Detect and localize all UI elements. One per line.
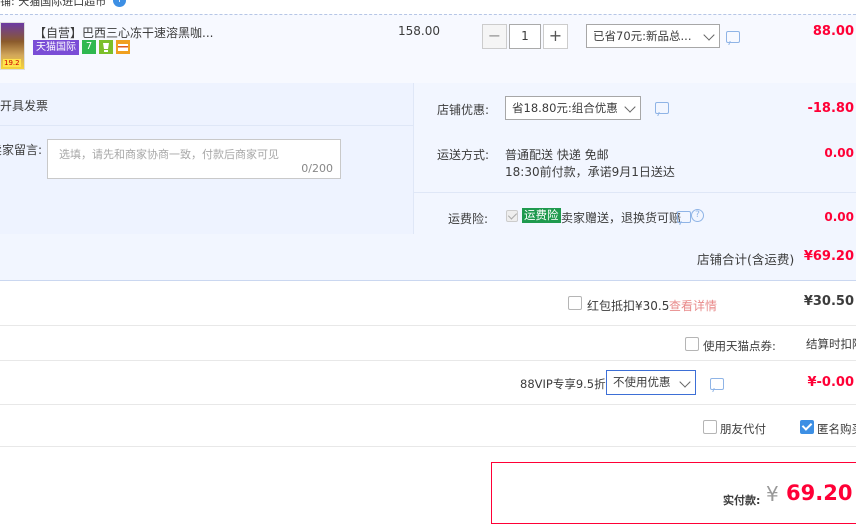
- vip-label: 88VIP专享9.5折: [520, 377, 606, 391]
- divider: [0, 446, 856, 447]
- shop-promo-label: 店铺优惠:: [437, 103, 490, 117]
- divider: [0, 360, 856, 361]
- divider: [0, 325, 856, 326]
- shop-total-label: 店铺合计(含运费): [697, 252, 795, 267]
- friend-pay-checkbox[interactable]: [703, 420, 717, 434]
- shipping-amount: 0.00: [824, 146, 854, 160]
- shop-promo-value: 省18.80元:组合优惠: [512, 101, 618, 115]
- shop-promo-amount: -18.80: [807, 101, 854, 116]
- seller-message-placeholder: 选填，请先和商家协商一致，付款后商家可见: [59, 148, 279, 161]
- insurance-desc: 卖家赠送，退换货可赔: [561, 211, 682, 225]
- red-packet-checkbox[interactable]: [568, 296, 582, 310]
- product-badges: 天猫国际 7: [33, 40, 130, 56]
- pay-amount: 69.20: [786, 481, 853, 505]
- message-icon[interactable]: [655, 102, 669, 114]
- anonymous-label: 匿名购买: [817, 422, 856, 436]
- cup-icon[interactable]: [99, 40, 113, 54]
- quantity-increase-button[interactable]: +: [543, 24, 568, 49]
- friend-pay-label: 朋友代付: [720, 422, 766, 436]
- info-icon[interactable]: i: [113, 0, 126, 7]
- chevron-down-icon: [703, 29, 715, 41]
- shipping-label: 运送方式:: [437, 148, 490, 162]
- red-packet-label: 红包抵扣¥30.5: [587, 299, 670, 313]
- seller-message-input[interactable]: 选填，请先和商家协商一致，付款后商家可见 0/200: [47, 139, 341, 179]
- message-icon[interactable]: [677, 211, 691, 223]
- chevron-down-icon: [624, 101, 636, 113]
- pay-currency: ¥: [766, 482, 779, 506]
- message-label: 卖家留言:: [0, 143, 43, 157]
- item-discount-value: 已省70元:新品总...: [593, 29, 692, 43]
- char-counter: 0/200: [301, 162, 333, 175]
- card-icon[interactable]: [116, 40, 130, 54]
- shipping-method: 普通配送 快递 免邮: [505, 148, 609, 162]
- message-icon[interactable]: [710, 378, 724, 390]
- shipping-promise: 18:30前付款，承诺9月1日送达: [505, 165, 675, 179]
- quantity-input[interactable]: 1: [509, 24, 541, 49]
- insurance-tag: 运费险: [522, 208, 561, 223]
- tmall-points-label: 使用天猫点券:: [703, 339, 776, 353]
- tmall-points-note: 结算时扣除: [806, 337, 856, 351]
- red-packet-amount: ¥30.50: [803, 294, 854, 309]
- thumbnail-price-tag: 19.2: [3, 59, 21, 67]
- divider: [414, 192, 856, 193]
- quantity-decrease-button[interactable]: −: [482, 24, 507, 49]
- shop-total-amount: ¥69.20: [803, 249, 854, 264]
- insurance-amount: 0.00: [824, 210, 854, 224]
- product-title[interactable]: 【自营】巴西三心冻干速溶黑咖...: [34, 24, 213, 41]
- divider: [0, 404, 856, 405]
- vip-amount: ¥-0.00: [807, 375, 854, 390]
- shop-promo-select[interactable]: 省18.80元:组合优惠: [505, 96, 641, 120]
- item-subtotal: 88.00: [812, 24, 854, 39]
- insurance-label: 运费险:: [448, 212, 489, 226]
- shop-header: 铺: 天猫国际进口超市 i: [0, 0, 856, 14]
- divider: [0, 125, 413, 126]
- unit-price: 158.00: [398, 24, 440, 38]
- message-icon[interactable]: [726, 31, 740, 43]
- help-icon[interactable]: ?: [691, 209, 704, 222]
- anonymous-checkbox[interactable]: [800, 420, 814, 434]
- product-thumbnail[interactable]: 19.2: [0, 22, 25, 70]
- shop-name[interactable]: 铺: 天猫国际进口超市: [0, 0, 106, 9]
- item-discount-select[interactable]: 已省70元:新品总...: [586, 24, 720, 48]
- chevron-down-icon: [679, 376, 691, 388]
- insurance-checkbox: [506, 210, 518, 222]
- invoice-label[interactable]: 开具发票: [0, 97, 48, 114]
- seven-day-return-icon[interactable]: 7: [82, 40, 96, 54]
- vip-discount-select[interactable]: 不使用优惠: [606, 370, 696, 395]
- view-details-link[interactable]: 查看详情: [669, 297, 717, 314]
- pay-label: 实付款:: [723, 494, 761, 507]
- vip-discount-value: 不使用优惠: [613, 375, 671, 389]
- tmall-global-badge[interactable]: 天猫国际: [33, 40, 79, 55]
- tmall-points-checkbox[interactable]: [685, 337, 699, 351]
